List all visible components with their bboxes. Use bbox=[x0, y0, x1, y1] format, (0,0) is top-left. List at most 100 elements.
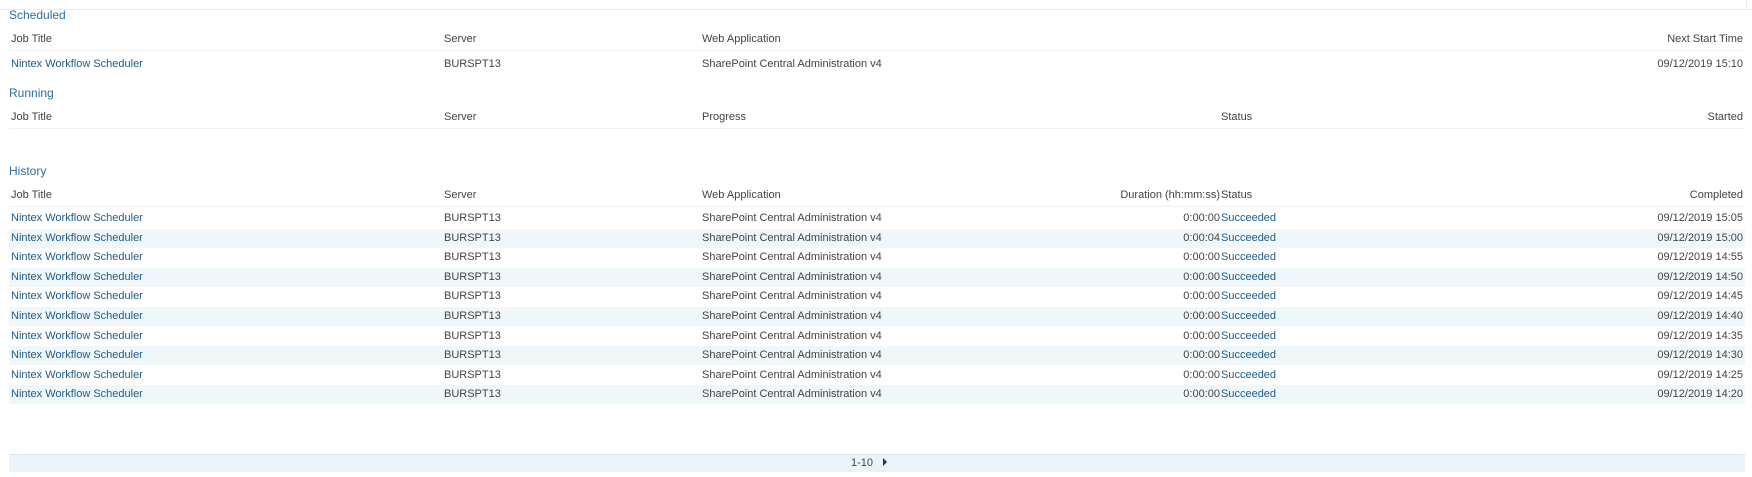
col-header-status[interactable]: Status bbox=[1221, 184, 1252, 206]
col-header-web-application[interactable]: Web Application bbox=[702, 28, 781, 50]
web-application-cell: SharePoint Central Administration v4 bbox=[702, 388, 882, 401]
status-link[interactable]: Succeeded bbox=[1221, 287, 1276, 306]
web-application-cell: SharePoint Central Administration v4 bbox=[702, 270, 882, 283]
right-edge-divider bbox=[1746, 0, 1747, 9]
col-header-next-start-time[interactable]: Next Start Time bbox=[1667, 28, 1743, 50]
server-cell: BURSPT13 bbox=[444, 212, 501, 224]
job-title-link[interactable]: Nintex Workflow Scheduler bbox=[11, 229, 143, 248]
col-header-web-application[interactable]: Web Application bbox=[702, 184, 781, 206]
duration-cell: 0:00:04 bbox=[1183, 231, 1220, 244]
status-link[interactable]: Succeeded bbox=[1221, 385, 1276, 404]
col-header-server[interactable]: Server bbox=[444, 106, 476, 128]
col-header-job-title[interactable]: Job Title bbox=[11, 28, 52, 50]
duration-cell: 0:00:00 bbox=[1183, 290, 1220, 303]
job-title-link[interactable]: Nintex Workflow Scheduler bbox=[11, 209, 143, 228]
running-section-title: Running bbox=[9, 86, 54, 100]
server-cell: BURSPT13 bbox=[444, 231, 501, 244]
table-row: Nintex Workflow Scheduler BURSPT13 SharePo… bbox=[9, 307, 1745, 326]
table-row: Nintex Workflow Scheduler BURSPT13 SharePo… bbox=[9, 385, 1745, 405]
web-application-cell: SharePoint Central Administration v4 bbox=[702, 251, 882, 264]
col-header-duration[interactable]: Duration (hh:mm:ss) bbox=[1120, 184, 1220, 206]
web-application-cell: SharePoint Central Administration v4 bbox=[702, 368, 882, 381]
web-application-cell: SharePoint Central Administration v4 bbox=[702, 349, 882, 362]
scheduled-section-title: Scheduled bbox=[9, 8, 66, 22]
web-application-cell: SharePoint Central Administration v4 bbox=[702, 231, 882, 244]
server-cell: BURSPT13 bbox=[444, 290, 501, 303]
job-title-link[interactable]: Nintex Workflow Scheduler bbox=[11, 307, 143, 326]
next-start-time-cell: 09/12/2019 15:10 bbox=[1657, 58, 1743, 70]
table-row: Nintex Workflow Scheduler BURSPT13 SharePo… bbox=[9, 209, 1745, 228]
server-cell: BURSPT13 bbox=[444, 329, 501, 342]
completed-cell: 09/12/2019 14:45 bbox=[1657, 290, 1743, 303]
server-cell: BURSPT13 bbox=[444, 368, 501, 381]
web-application-cell: SharePoint Central Administration v4 bbox=[702, 290, 882, 303]
job-title-link[interactable]: Nintex Workflow Scheduler bbox=[11, 385, 143, 404]
duration-cell: 0:00:00 bbox=[1183, 329, 1220, 342]
job-title-link[interactable]: Nintex Workflow Scheduler bbox=[11, 346, 143, 365]
duration-cell: 0:00:00 bbox=[1183, 251, 1220, 264]
history-header-row: Job Title Server Web Application Duratio… bbox=[9, 184, 1745, 207]
running-header-row: Job Title Server Progress Status Started bbox=[9, 106, 1745, 129]
job-title-link[interactable]: Nintex Workflow Scheduler bbox=[11, 287, 143, 306]
table-row: Nintex Workflow Scheduler BURSPT13 SharePo… bbox=[9, 248, 1745, 267]
table-row: Nintex Workflow Scheduler BURSPT13 Share… bbox=[9, 53, 1745, 75]
col-header-server[interactable]: Server bbox=[444, 184, 476, 206]
job-title-link[interactable]: Nintex Workflow Scheduler bbox=[11, 268, 143, 287]
top-border bbox=[0, 0, 1752, 10]
web-application-cell: SharePoint Central Administration v4 bbox=[702, 58, 882, 70]
completed-cell: 09/12/2019 14:25 bbox=[1657, 368, 1743, 381]
status-link[interactable]: Succeeded bbox=[1221, 268, 1276, 287]
server-cell: BURSPT13 bbox=[444, 251, 501, 264]
web-application-cell: SharePoint Central Administration v4 bbox=[702, 329, 882, 342]
status-link[interactable]: Succeeded bbox=[1221, 307, 1276, 326]
col-header-started[interactable]: Started bbox=[1708, 106, 1743, 128]
pager-range: 1-10 bbox=[851, 457, 874, 469]
job-title-link[interactable]: Nintex Workflow Scheduler bbox=[11, 248, 143, 267]
col-header-status[interactable]: Status bbox=[1221, 106, 1252, 128]
completed-cell: 09/12/2019 14:55 bbox=[1657, 251, 1743, 264]
scheduled-header-row: Job Title Server Web Application Next St… bbox=[9, 28, 1745, 51]
col-header-server[interactable]: Server bbox=[444, 28, 476, 50]
col-header-progress[interactable]: Progress bbox=[702, 106, 746, 128]
job-title-link[interactable]: Nintex Workflow Scheduler bbox=[11, 53, 143, 75]
table-row: Nintex Workflow Scheduler BURSPT13 SharePo… bbox=[9, 287, 1745, 306]
server-cell: BURSPT13 bbox=[444, 270, 501, 283]
completed-cell: 09/12/2019 14:30 bbox=[1657, 349, 1743, 362]
duration-cell: 0:00:00 bbox=[1183, 368, 1220, 381]
job-title-link[interactable]: Nintex Workflow Scheduler bbox=[11, 327, 143, 346]
pager-bar: 1-10 bbox=[9, 454, 1745, 472]
web-application-cell: SharePoint Central Administration v4 bbox=[702, 310, 882, 322]
status-link[interactable]: Succeeded bbox=[1221, 366, 1276, 385]
status-link[interactable]: Succeeded bbox=[1221, 346, 1276, 365]
duration-cell: 0:00:00 bbox=[1183, 349, 1220, 362]
col-header-completed[interactable]: Completed bbox=[1690, 184, 1743, 206]
duration-cell: 0:00:00 bbox=[1183, 310, 1220, 322]
table-row: Nintex Workflow Scheduler BURSPT13 SharePo… bbox=[9, 327, 1745, 346]
status-link[interactable]: Succeeded bbox=[1221, 248, 1276, 267]
completed-cell: 09/12/2019 15:05 bbox=[1657, 212, 1743, 224]
status-link[interactable]: Succeeded bbox=[1221, 209, 1276, 228]
table-row: Nintex Workflow Scheduler BURSPT13 SharePo… bbox=[9, 346, 1745, 366]
status-link[interactable]: Succeeded bbox=[1221, 327, 1276, 346]
duration-cell: 0:00:00 bbox=[1183, 270, 1220, 283]
server-cell: BURSPT13 bbox=[444, 310, 501, 322]
col-header-job-title[interactable]: Job Title bbox=[11, 106, 52, 128]
pager: 1-10 bbox=[851, 455, 888, 472]
completed-cell: 09/12/2019 14:40 bbox=[1657, 310, 1743, 322]
status-link[interactable]: Succeeded bbox=[1221, 229, 1276, 248]
col-header-job-title[interactable]: Job Title bbox=[11, 184, 52, 206]
completed-cell: 09/12/2019 14:50 bbox=[1657, 270, 1743, 283]
table-row: Nintex Workflow Scheduler BURSPT13 SharePo… bbox=[9, 228, 1745, 248]
completed-cell: 09/12/2019 14:20 bbox=[1657, 388, 1743, 401]
duration-cell: 0:00:00 bbox=[1183, 212, 1220, 224]
completed-cell: 09/12/2019 15:00 bbox=[1657, 231, 1743, 244]
next-page-arrow-icon[interactable] bbox=[883, 458, 888, 467]
history-section-title: History bbox=[9, 164, 47, 178]
duration-cell: 0:00:00 bbox=[1183, 388, 1220, 401]
table-row: Nintex Workflow Scheduler BURSPT13 SharePo… bbox=[9, 267, 1745, 287]
completed-cell: 09/12/2019 14:35 bbox=[1657, 329, 1743, 342]
job-title-link[interactable]: Nintex Workflow Scheduler bbox=[11, 366, 143, 385]
server-cell: BURSPT13 bbox=[444, 58, 501, 70]
server-cell: BURSPT13 bbox=[444, 349, 501, 362]
server-cell: BURSPT13 bbox=[444, 388, 501, 401]
